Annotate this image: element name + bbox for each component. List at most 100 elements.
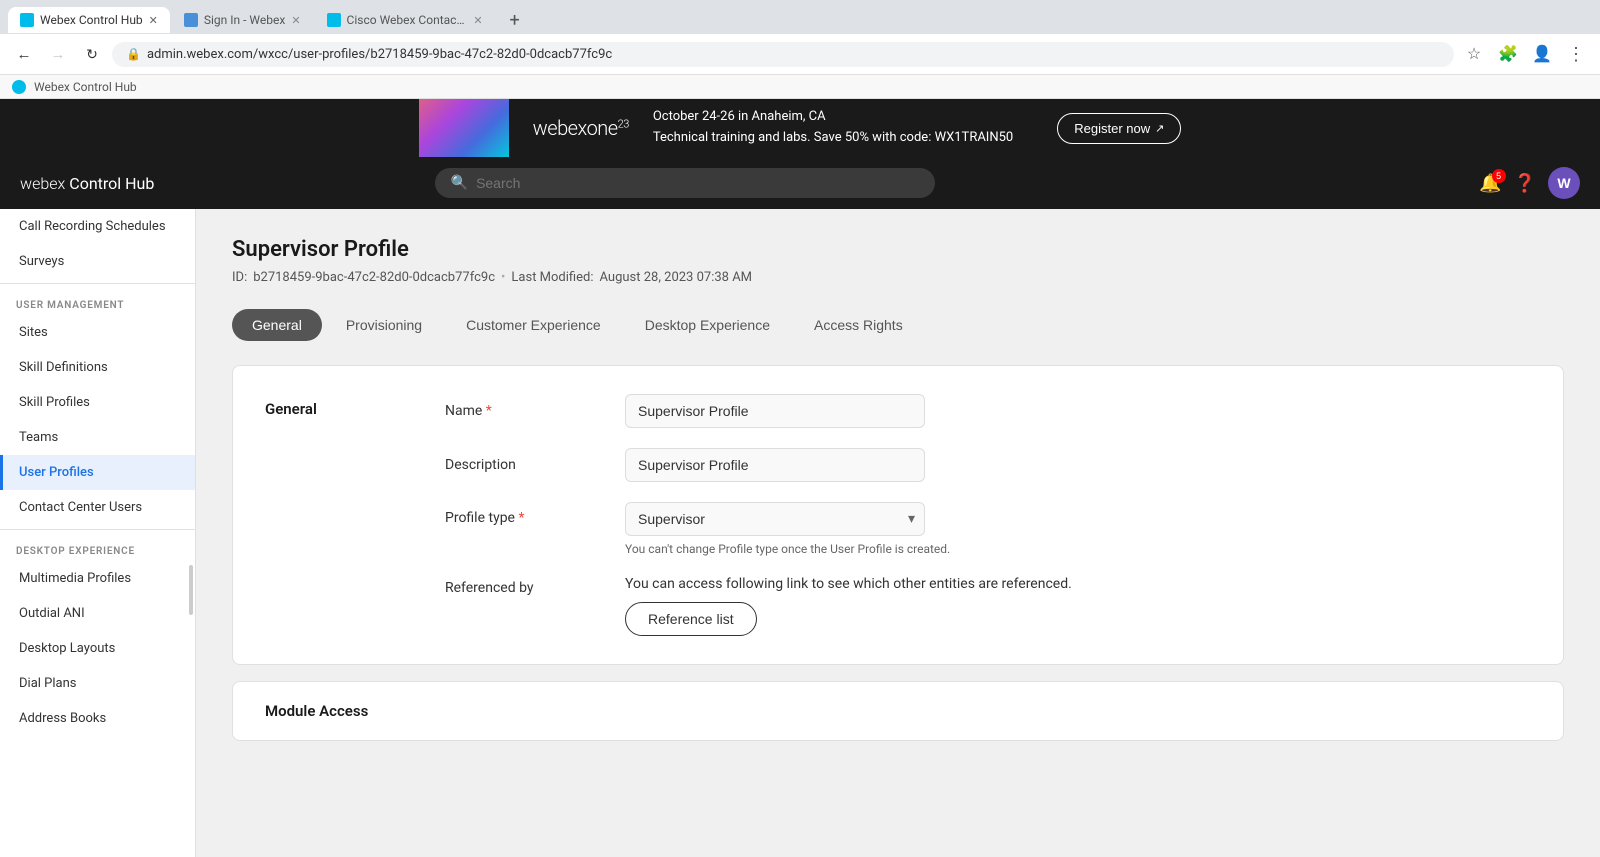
sidebar-item-call-recording[interactable]: Call Recording Schedules [0,209,195,244]
form-content: General Name * Description [265,394,1531,636]
sidebar-item-desktop-layouts[interactable]: Desktop Layouts [0,631,195,666]
tab-provisioning[interactable]: Provisioning [326,309,442,341]
referenced-by-text: You can access following link to see whi… [625,576,1072,592]
name-required-star: * [486,403,492,419]
meta-separator: • [501,270,505,285]
page-meta: ID: b2718459-9bac-47c2-82d0-0dcacb77fc9c… [232,270,1564,285]
tab3-title: Cisco Webex Contact Center... [347,13,468,27]
last-modified-label: Last Modified: [511,270,593,285]
app-nav: webex Control Hub 🔍 🔔 5 ❓ W [0,157,1600,209]
back-button[interactable]: ← [10,40,38,68]
sidebar-item-teams[interactable]: Teams [0,420,195,455]
user-avatar-button[interactable]: W [1548,167,1580,199]
name-field-row: Name * [445,394,1531,428]
help-button[interactable]: ❓ [1514,173,1536,194]
tab3-favicon [327,13,341,27]
sidebar-item-dial-plans[interactable]: Dial Plans [0,666,195,701]
search-container: 🔍 [435,168,935,198]
lock-icon: 🔒 [126,47,141,61]
menu-button[interactable]: ⋮ [1562,40,1590,68]
referenced-by-field-row: Referenced by You can access following l… [445,576,1531,636]
webex-app-favicon [12,80,26,94]
banner-message: October 24-26 in Anaheim, CA Technical t… [653,107,1013,149]
browser-tab-3[interactable]: Cisco Webex Contact Center... ✕ [315,7,495,33]
id-value: b2718459-9bac-47c2-82d0-0dcacb77fc9c [253,270,495,285]
tab-general[interactable]: General [232,309,322,341]
promotional-banner: webexone23 October 24-26 in Anaheim, CA … [0,99,1600,157]
app-layout: Call Recording Schedules Surveys USER MA… [0,209,1600,857]
main-content: Supervisor Profile ID: b2718459-9bac-47c… [196,209,1600,857]
register-now-button[interactable]: Register now ↗ [1057,113,1181,144]
profile-type-label: Profile type * [445,502,605,526]
extensions-button[interactable]: 🧩 [1494,40,1522,68]
sidebar-section-desktop-experience-label: DESKTOP EXPERIENCE [0,534,195,561]
name-input[interactable] [625,394,925,428]
tab2-title: Sign In - Webex [204,13,285,27]
tab2-favicon [184,13,198,27]
profile-type-field-row: Profile type * Supervisor ▾ [445,502,1531,556]
help-icon: ❓ [1514,173,1536,194]
sidebar-item-skill-profiles[interactable]: Skill Profiles [0,385,195,420]
general-form-card: General Name * Description [232,365,1564,665]
sidebar-item-sites[interactable]: Sites [0,315,195,350]
description-field-row: Description [445,448,1531,482]
url-text: admin.webex.com/wxcc/user-profiles/b2718… [147,47,1440,62]
forward-button[interactable]: → [44,40,72,68]
app-header-bar: Webex Control Hub [0,75,1600,99]
search-input[interactable] [476,175,919,191]
sidebar-scrollbar [189,209,193,857]
address-bar[interactable]: 🔒 admin.webex.com/wxcc/user-profiles/b27… [112,42,1454,67]
tab-customer-experience[interactable]: Customer Experience [446,309,621,341]
sidebar-item-contact-center-users[interactable]: Contact Center Users [0,490,195,525]
tab-access-rights[interactable]: Access Rights [794,309,923,341]
tab-desktop-experience[interactable]: Desktop Experience [625,309,790,341]
search-box: 🔍 [435,168,935,198]
sidebar-divider-1 [0,283,195,284]
form-section-title: General [265,394,445,418]
browser-chrome: Webex Control Hub ✕ Sign In - Webex ✕ Ci… [0,0,1600,75]
tab1-favicon [20,13,34,27]
browser-tabs: Webex Control Hub ✕ Sign In - Webex ✕ Ci… [0,0,1600,34]
sidebar-item-user-profiles[interactable]: User Profiles [0,455,195,490]
tabs-bar: General Provisioning Customer Experience… [232,309,1564,341]
tab1-close[interactable]: ✕ [149,14,158,27]
referenced-by-content: You can access following link to see whi… [625,576,1072,636]
app-logo: webex Control Hub [20,174,154,193]
bookmark-button[interactable]: ☆ [1460,40,1488,68]
tab1-title: Webex Control Hub [40,13,143,27]
sidebar-item-skill-definitions[interactable]: Skill Definitions [0,350,195,385]
sidebar-item-outdial-ani[interactable]: Outdial ANI [0,596,195,631]
browser-tab-1[interactable]: Webex Control Hub ✕ [8,7,170,33]
module-access-card: Module Access [232,681,1564,741]
app-header-title: Webex Control Hub [34,80,137,94]
browser-toolbar: ← → ↻ 🔒 admin.webex.com/wxcc/user-profil… [0,34,1600,75]
description-label: Description [445,457,605,473]
profile-button[interactable]: 👤 [1528,40,1556,68]
reload-button[interactable]: ↻ [78,40,106,68]
control-hub-label: Control Hub [69,174,154,193]
id-label: ID: [232,270,247,285]
notifications-button[interactable]: 🔔 5 [1479,173,1501,194]
browser-tab-2[interactable]: Sign In - Webex ✕ [172,7,313,33]
banner-line1: October 24-26 in Anaheim, CA [653,107,1013,128]
last-modified-value: August 28, 2023 07:38 AM [600,270,753,285]
description-input[interactable] [625,448,925,482]
form-fields: Name * Description [445,394,1531,636]
tab2-close[interactable]: ✕ [291,14,300,27]
banner-line2: Technical training and labs. Save 50% wi… [653,128,1013,149]
module-access-title: Module Access [265,702,368,720]
external-link-icon: ↗ [1155,122,1164,135]
profile-type-hint: You can't change Profile type once the U… [625,542,950,556]
reference-list-button[interactable]: Reference list [625,602,757,636]
banner-logo-text: webexone23 [533,116,629,140]
sidebar: Call Recording Schedules Surveys USER MA… [0,209,196,857]
tab3-close[interactable]: ✕ [473,14,482,27]
sidebar-item-surveys[interactable]: Surveys [0,244,195,279]
profile-type-select-wrapper: Supervisor ▾ [625,502,925,536]
sidebar-divider-2 [0,529,195,530]
referenced-by-label: Referenced by [445,576,605,596]
sidebar-item-multimedia-profiles[interactable]: Multimedia Profiles [0,561,195,596]
new-tab-btn[interactable]: + [501,6,529,34]
sidebar-item-address-books[interactable]: Address Books [0,701,195,736]
profile-type-select[interactable]: Supervisor [625,502,925,536]
